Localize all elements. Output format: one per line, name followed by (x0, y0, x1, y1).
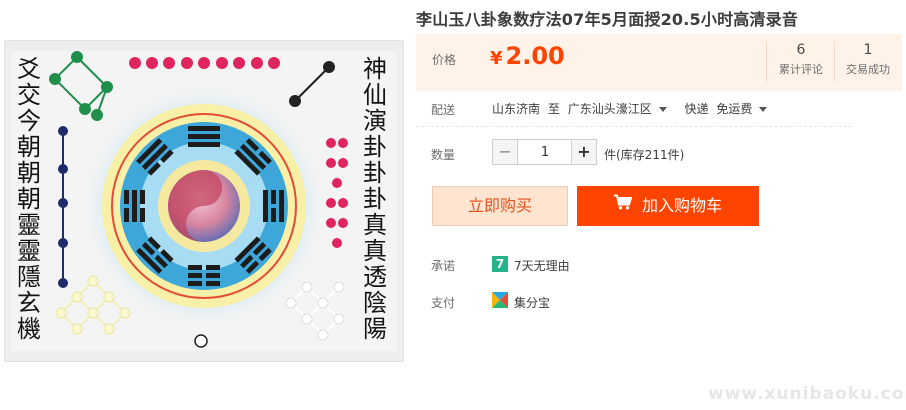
price-label: 价格 (432, 53, 457, 67)
section-divider (416, 126, 852, 127)
ship-to-word: 至 (547, 102, 560, 116)
calligraphy-char: 靈 (17, 211, 41, 239)
sales-count-label: 交易成功 (846, 63, 890, 76)
price: ¥2.00 (490, 42, 565, 70)
jifenbao-icon (492, 292, 508, 308)
shipping-label: 配送 (431, 103, 456, 117)
promise-label: 承诺 (431, 259, 456, 273)
product-image[interactable]: 爻交今朝朝朝靈靈隱玄機 神仙演卦卦卦真真透陰陽 (4, 40, 404, 362)
calligraphy-char: 卦 (363, 185, 387, 213)
calligraphy-char: 卦 (363, 133, 387, 161)
quantity-stepper: − + (492, 139, 597, 165)
price-amount: 2.00 (505, 42, 565, 70)
currency-symbol: ¥ (490, 48, 503, 69)
chevron-down-icon (759, 107, 768, 112)
bagua-chart-image: 爻交今朝朝朝靈靈隱玄機 神仙演卦卦卦真真透陰陽 (11, 51, 397, 351)
calligraphy-char: 演 (363, 107, 387, 135)
ship-from: 山东济南 (492, 102, 541, 116)
calligraphy-char: 爻 (17, 55, 41, 83)
product-title: 李山玉八卦象数疗法07年5月面授20.5小时高清录音 (416, 10, 799, 29)
calligraphy-char: 機 (17, 315, 41, 343)
calligraphy-char: 真 (363, 237, 387, 265)
quantity-input[interactable] (519, 140, 571, 164)
top-red-dots (129, 57, 280, 69)
quantity-label: 数量 (431, 148, 456, 162)
calligraphy-char: 交 (17, 81, 41, 109)
chevron-down-icon (658, 107, 667, 112)
calligraphy-char: 仙 (363, 81, 387, 109)
calligraphy-char: 真 (363, 211, 387, 239)
seven-day-return-icon: 7 (492, 256, 508, 272)
destination-select[interactable]: 广东汕头濠江区 (568, 102, 677, 116)
watermark: www.xunibaoku.com (708, 384, 906, 404)
shipping-method: 快递 (684, 102, 709, 116)
promise-text[interactable]: 7天无理由 (514, 257, 570, 274)
sales-count-stat[interactable]: 1 交易成功 (835, 42, 901, 77)
calligraphy-char: 神 (363, 55, 387, 83)
review-count: 6 (796, 42, 806, 58)
shopping-cart-icon (613, 185, 633, 225)
shipping-fee: 免运费 (716, 102, 753, 116)
calligraphy-char: 陽 (363, 315, 387, 343)
calligraphy-char: 玄 (17, 289, 41, 317)
calligraphy-char: 朝 (17, 185, 41, 213)
calligraphy-char: 陰 (363, 289, 387, 317)
shipping-method-select[interactable]: 快递 免运费 (685, 102, 778, 116)
stat-divider (766, 42, 767, 82)
shipping-info: 山东济南 至 广东汕头濠江区 快递 免运费 (492, 100, 781, 117)
bottom-white-dot (194, 334, 208, 348)
buy-now-button[interactable]: 立即购买 (432, 186, 568, 226)
review-count-label: 累计评论 (779, 63, 823, 76)
left-calligraphy-column: 爻交今朝朝朝靈靈隱玄機 (17, 55, 41, 343)
add-to-cart-button[interactable]: 加入购物车 (577, 186, 759, 226)
sales-count: 1 (863, 42, 873, 58)
add-to-cart-label: 加入购物车 (641, 196, 722, 215)
destination-text: 广东汕头濠江区 (567, 102, 652, 116)
stock-text: 件(库存211件) (604, 148, 685, 162)
calligraphy-char: 靈 (17, 237, 41, 265)
decrease-button[interactable]: − (493, 140, 518, 164)
increase-button[interactable]: + (571, 140, 596, 164)
review-count-stat[interactable]: 6 累计评论 (768, 42, 834, 77)
right-calligraphy-column: 神仙演卦卦卦真真透陰陽 (363, 55, 387, 343)
payment-text[interactable]: 集分宝 (514, 294, 550, 311)
calligraphy-char: 今 (17, 107, 41, 135)
calligraphy-char: 朝 (17, 159, 41, 187)
calligraphy-char: 朝 (17, 133, 41, 161)
calligraphy-char: 卦 (363, 159, 387, 187)
calligraphy-char: 隱 (17, 263, 41, 291)
calligraphy-char: 透 (363, 263, 387, 291)
price-panel: 价格 ¥2.00 6 累计评论 1 交易成功 (416, 34, 902, 91)
payment-label: 支付 (431, 296, 456, 310)
